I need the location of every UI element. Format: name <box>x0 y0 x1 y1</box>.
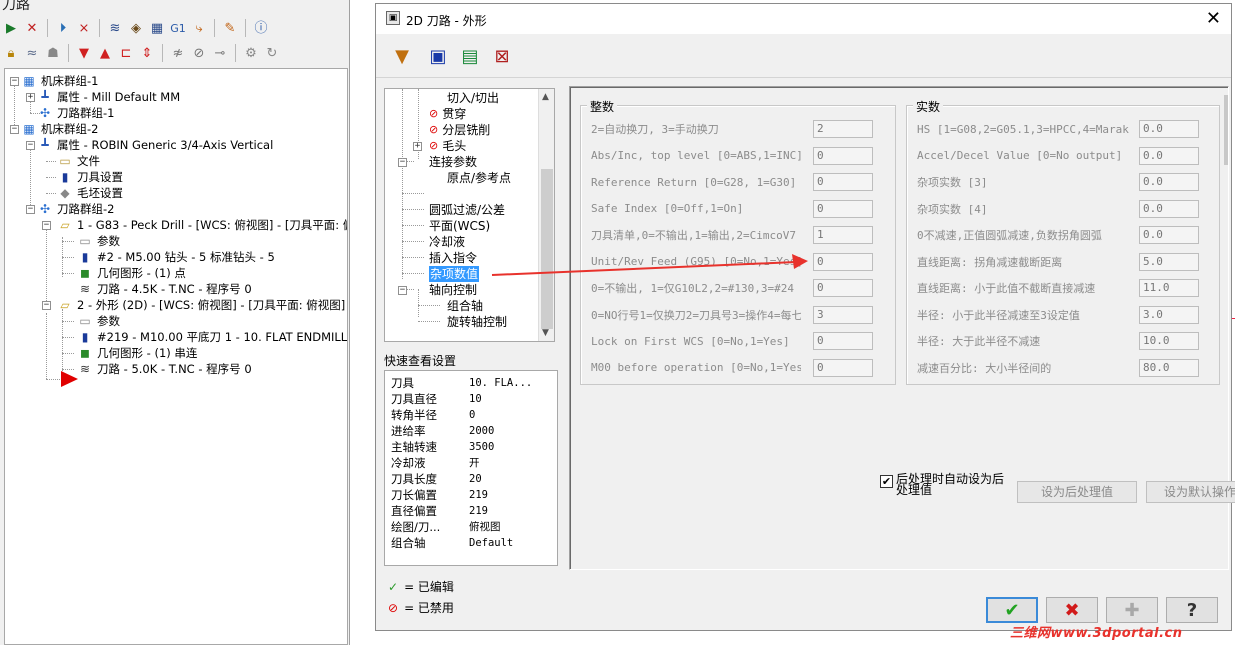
watermark: 三维网www.3dportal.cn <box>1010 626 1183 641</box>
annotation-arrow <box>491 254 808 276</box>
